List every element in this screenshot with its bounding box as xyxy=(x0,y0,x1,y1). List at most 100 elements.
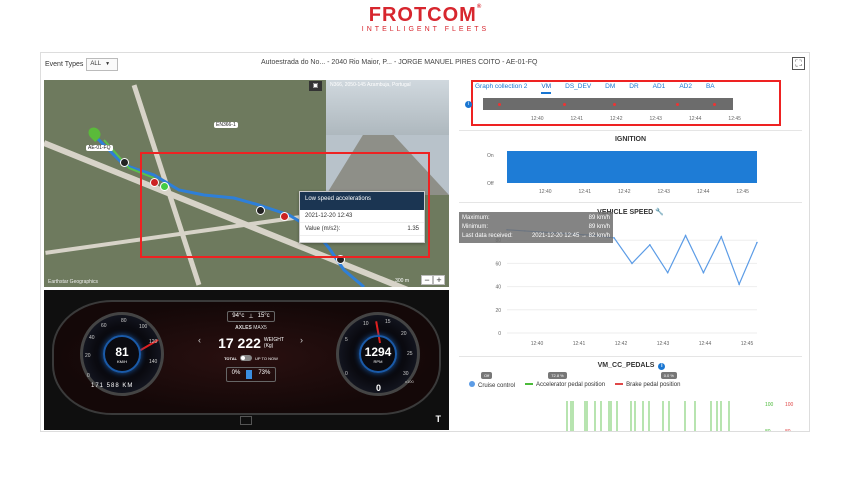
pedal-y-label: 80 xyxy=(765,429,771,431)
timeline-event-dot[interactable] xyxy=(713,103,716,106)
event-marker[interactable] xyxy=(120,158,129,167)
legend-line xyxy=(615,383,624,386)
ignition-on-bar xyxy=(507,151,757,183)
speed-chart: VEHICLE SPEED 🔧 80604020012:4012:4112:42… xyxy=(459,202,802,354)
info-icon[interactable]: i xyxy=(465,101,472,108)
speed-point xyxy=(738,283,740,286)
speed-tick: 140 xyxy=(149,359,158,365)
ignition-x-tick: 12:43 xyxy=(657,189,670,195)
speed-tick: 20 xyxy=(85,353,91,359)
speed-x-tick: 12:44 xyxy=(699,341,712,347)
brand-logo: FROTCOM® xyxy=(368,4,483,26)
ignition-y-label: Off xyxy=(487,181,494,187)
legend-cruise-label: Cruise control xyxy=(478,383,516,389)
weight-row: 17 222 WEIGHT (Kg) xyxy=(206,335,296,351)
speed-point xyxy=(631,262,633,265)
speed-x-tick: 12:43 xyxy=(657,341,670,347)
truck-icon[interactable]: ▣ xyxy=(309,81,322,91)
rpm-tick: 15 xyxy=(385,319,391,325)
timeline-tick-label: 12:40 xyxy=(531,116,544,122)
cruise-badge: Off xyxy=(481,372,493,379)
pedals-chart: VM_CC_PEDALS i Off 72.8 % 0.0 % Cruise c… xyxy=(459,356,802,431)
speed-point xyxy=(649,244,651,246)
tooltip-value-label: Value (m/s2): xyxy=(305,226,341,232)
zoom-out-button[interactable]: − xyxy=(421,275,433,285)
gear-indicator: 0 xyxy=(376,383,383,393)
tab-dm[interactable]: DM xyxy=(605,83,615,94)
trip-map[interactable]: AE-01-FQ EN366-1 N366, 2050-145 Azambuja… xyxy=(44,80,449,287)
speed-point xyxy=(756,241,758,244)
tooltip-title: Low speed accelerations xyxy=(300,192,424,210)
tab-ad1[interactable]: AD1 xyxy=(653,83,666,94)
speed-tick: 100 xyxy=(139,324,148,330)
speed-tick: 120 xyxy=(149,339,158,345)
timeline-tick-label: 12:42 xyxy=(609,116,623,122)
chevron-down-icon: ▼ xyxy=(105,61,111,67)
ignition-x-tick: 12:42 xyxy=(617,189,631,195)
speed-value: 81 xyxy=(115,345,129,359)
center-panel: 94°c ⊥ 15°c AXLES MAX5 17 222 WEIGHT (Kg… xyxy=(206,304,296,404)
rpm-multiplier: x100 xyxy=(405,379,414,384)
vehicle-label: AE-01-FQ xyxy=(86,145,113,151)
tab-ba[interactable]: BA xyxy=(706,83,715,94)
street-sky xyxy=(326,80,449,135)
legend-line xyxy=(525,383,534,386)
ignition-x-tick: 12:44 xyxy=(696,189,710,195)
speed-point xyxy=(613,237,615,239)
legend-brake[interactable]: Brake pedal position xyxy=(615,382,680,388)
axles-max: MAX5 xyxy=(253,325,267,331)
tab-graph-collection-2[interactable]: Graph collection 2 xyxy=(475,83,527,94)
chevron-left-icon[interactable]: ‹ xyxy=(198,335,201,345)
ignition-y-label: On xyxy=(487,153,494,159)
ignition-x-labels: 12:40 12:41 12:42 12:43 12:44 12:45 xyxy=(539,189,749,195)
tab-row: Graph collection 2 VM DS_DEV DM DR AD1 AD2 BA xyxy=(475,83,785,94)
event-types-select[interactable]: ALL ▼ xyxy=(86,57,119,71)
pedals-plot xyxy=(566,401,730,431)
pedal-y-label: 100 xyxy=(785,402,794,408)
timeline-slider[interactable] xyxy=(483,98,733,110)
timeline-event-dot[interactable] xyxy=(563,103,566,106)
stats-last-label: Last data received: xyxy=(462,233,513,239)
stats-max-row: Maximum: 89 km/h xyxy=(462,214,610,223)
rpm-tick: 10 xyxy=(363,321,369,327)
tab-dr[interactable]: DR xyxy=(629,83,638,94)
street-address: N366, 2050-145 Azambuja, Portugal xyxy=(330,82,411,88)
ignition-x-tick: 12:45 xyxy=(736,189,749,195)
rpm-unit: RPM xyxy=(373,359,383,364)
timeline-tick-label: 12:44 xyxy=(688,116,702,122)
trip-viewer: Event Types ALL ▼ Autoestrada do No... -… xyxy=(40,52,810,432)
fullscreen-icon[interactable]: ⛶ xyxy=(792,57,805,70)
percent-box: 0% 73% xyxy=(225,367,277,382)
axles-info: AXLES MAX5 xyxy=(206,325,296,331)
timeline-event-dot[interactable] xyxy=(675,103,679,106)
timeline-event-dot[interactable] xyxy=(613,103,616,106)
speed-point xyxy=(702,271,705,274)
stats-min-value: 89 km/h xyxy=(588,224,610,230)
stats-min-label: Minimum: xyxy=(462,224,489,230)
rpm-value: 1294 xyxy=(364,345,392,359)
chevron-right-icon[interactable]: › xyxy=(300,335,303,345)
outside-temp: 15°c xyxy=(257,313,270,319)
timeline-event-dot[interactable] xyxy=(498,103,501,106)
info-icon[interactable]: i xyxy=(658,363,666,370)
brand-header: FROTCOM® INTELLIGENT FLEETS xyxy=(0,4,851,33)
tab-ad2[interactable]: AD2 xyxy=(679,83,692,94)
event-tooltip: Low speed accelerations 2021-12-20 12:43… xyxy=(299,191,425,243)
total-toggle[interactable] xyxy=(240,355,253,361)
stats-min-row: Minimum: 89 km/h xyxy=(462,223,610,232)
legend-brake-label: Brake pedal position xyxy=(626,382,681,388)
up-to-now-label: UP TO NOW xyxy=(255,355,278,361)
speed-point xyxy=(684,234,687,237)
map-scale: 300 m xyxy=(395,278,409,284)
zoom-in-button[interactable]: + xyxy=(433,275,445,285)
legend-accelerator[interactable]: Accelerator pedal position xyxy=(525,382,605,388)
stats-last-value: 2021-12-20 12:45 → 82 km/h xyxy=(531,233,610,239)
pedal-y-label: 100 xyxy=(765,402,774,408)
speed-point xyxy=(666,271,669,274)
stats-max-value: 89 km/h xyxy=(588,215,610,221)
tab-ds-dev[interactable]: DS_DEV xyxy=(565,83,591,94)
tooltip-datetime: 2021-12-20 12:43 xyxy=(305,213,353,219)
timeline-labels: 12:40 12:41 12:42 12:43 12:44 12:45 xyxy=(531,116,741,122)
tab-vm[interactable]: VM xyxy=(541,83,552,94)
legend-cruise[interactable]: Cruise control xyxy=(469,381,515,389)
